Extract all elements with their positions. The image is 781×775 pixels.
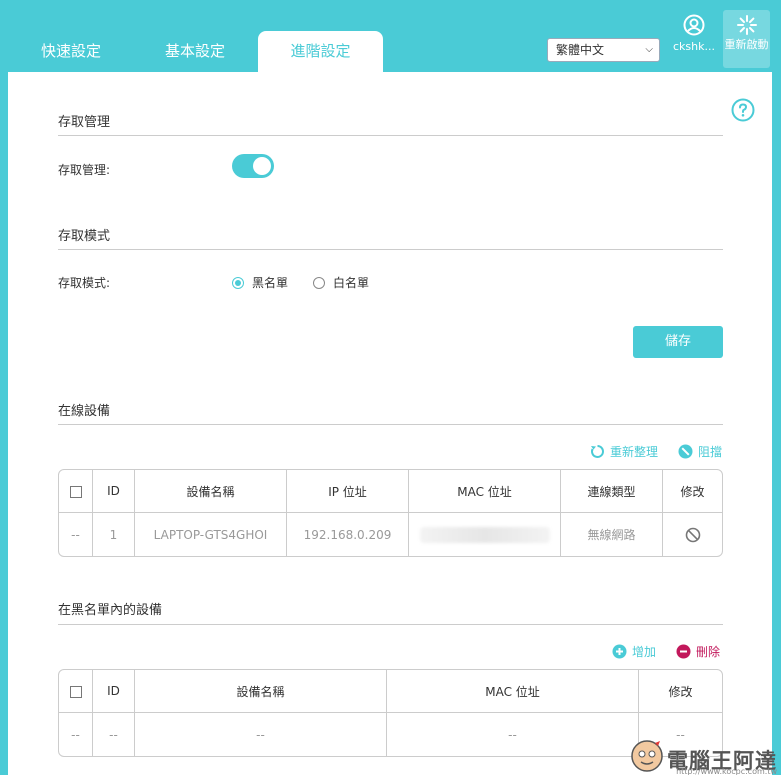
access-management-toggle[interactable] <box>232 154 274 178</box>
help-icon[interactable] <box>731 98 755 122</box>
add-icon <box>612 644 627 659</box>
select-all-checkbox[interactable] <box>69 485 82 498</box>
tab-advanced[interactable]: 進階設定 <box>258 31 383 72</box>
radio-blacklist-label: 黑名單 <box>252 276 289 290</box>
column-header: IP 位址 <box>287 470 409 513</box>
column-header: 設備名稱 <box>135 470 287 513</box>
delete-icon <box>676 644 691 659</box>
watermark-url: http://www.kocpc.com.tw <box>676 767 777 775</box>
radio-blacklist[interactable]: 黑名單 <box>232 274 288 291</box>
divider <box>58 249 723 250</box>
select-all-cell <box>59 470 93 513</box>
radio-unselected-icon <box>313 276 325 289</box>
table-row: -- -- -- -- -- <box>59 713 722 756</box>
row-select-cell: -- <box>59 513 93 556</box>
column-header: ID <box>93 670 135 713</box>
radio-selected-icon <box>232 276 244 289</box>
blacklist-table: ID 設備名稱 MAC 位址 修改 -- -- -- -- -- <box>58 669 723 757</box>
tab-quick-setup[interactable]: 快速設定 <box>26 31 116 72</box>
column-header: 連線類型 <box>561 470 663 513</box>
row-device-name: -- <box>135 713 387 756</box>
save-button[interactable]: 儲存 <box>633 326 723 358</box>
select-all-cell <box>59 670 93 713</box>
access-mode-title: 存取模式 <box>58 229 111 244</box>
column-header: MAC 位址 <box>387 670 639 713</box>
reboot-icon <box>736 15 757 35</box>
table-row: -- 1 LAPTOP-GTS4GHOI 192.168.0.209 無線網路 <box>59 513 722 556</box>
row-ip-address: 192.168.0.209 <box>287 513 409 556</box>
chevron-down-icon: ⌵ <box>645 44 653 55</box>
mac-address-redacted <box>419 526 550 543</box>
language-selected-value: 繁體中文 <box>556 43 605 57</box>
online-devices-title: 在線設備 <box>58 404 111 419</box>
row-mac-address: -- <box>387 713 639 756</box>
column-header: 設備名稱 <box>135 670 387 713</box>
block-icon <box>678 444 693 459</box>
access-management-title: 存取管理 <box>58 115 111 130</box>
row-connection-type: 無線網路 <box>561 513 663 556</box>
access-mode-label: 存取模式: <box>58 276 111 290</box>
select-all-checkbox[interactable] <box>69 685 82 698</box>
delete-label: 刪除 <box>696 645 721 659</box>
table-header-row: ID 設備名稱 IP 位址 MAC 位址 連線類型 修改 <box>59 470 722 513</box>
refresh-label: 重新整理 <box>610 445 659 459</box>
toggle-knob <box>253 157 271 175</box>
tab-basic[interactable]: 基本設定 <box>150 31 240 72</box>
access-management-label: 存取管理: <box>58 163 111 177</box>
radio-whitelist[interactable]: 白名單 <box>313 274 369 291</box>
delete-button[interactable]: 刪除 <box>676 643 720 660</box>
user-name: ckshk... <box>673 40 715 53</box>
column-header: ID <box>93 470 135 513</box>
user-account[interactable]: ckshk... <box>668 14 720 53</box>
block-button[interactable]: 阻擋 <box>678 443 722 460</box>
online-devices-table: ID 設備名稱 IP 位址 MAC 位址 連線類型 修改 -- 1 LAPTOP… <box>58 469 723 557</box>
add-label: 增加 <box>632 645 657 659</box>
block-device-icon[interactable] <box>685 527 701 543</box>
block-label: 阻擋 <box>698 445 723 459</box>
top-navigation-bar: 快速設定 基本設定 進階設定 繁體中文 ⌵ ckshk... 重新啟動 <box>0 0 781 72</box>
blacklist-devices-title: 在黑名單內的設備 <box>58 603 163 618</box>
divider <box>58 135 723 136</box>
add-button[interactable]: 增加 <box>612 643 656 660</box>
table-header-row: ID 設備名稱 MAC 位址 修改 <box>59 670 722 713</box>
divider <box>58 424 723 425</box>
column-header: 修改 <box>639 670 722 713</box>
refresh-icon <box>591 445 604 458</box>
column-header: 修改 <box>663 470 722 513</box>
user-icon <box>683 14 705 36</box>
row-mac-address <box>409 513 561 556</box>
row-device-name: LAPTOP-GTS4GHOI <box>135 513 287 556</box>
divider <box>58 624 723 625</box>
reboot-button[interactable]: 重新啟動 <box>723 10 770 68</box>
radio-whitelist-label: 白名單 <box>333 276 370 290</box>
content-panel: 存取管理 存取管理: 存取模式 存取模式: 黑名單 白名單 儲存 在線設備 重新… <box>8 72 772 775</box>
language-select[interactable]: 繁體中文 ⌵ <box>547 38 660 62</box>
reboot-label: 重新啟動 <box>724 38 769 51</box>
mascot-icon <box>631 740 663 772</box>
row-id: 1 <box>93 513 135 556</box>
row-modify-cell <box>663 513 722 556</box>
row-id: -- <box>93 713 135 756</box>
refresh-button[interactable]: 重新整理 <box>590 443 658 460</box>
column-header: MAC 位址 <box>409 470 561 513</box>
row-select-cell: -- <box>59 713 93 756</box>
